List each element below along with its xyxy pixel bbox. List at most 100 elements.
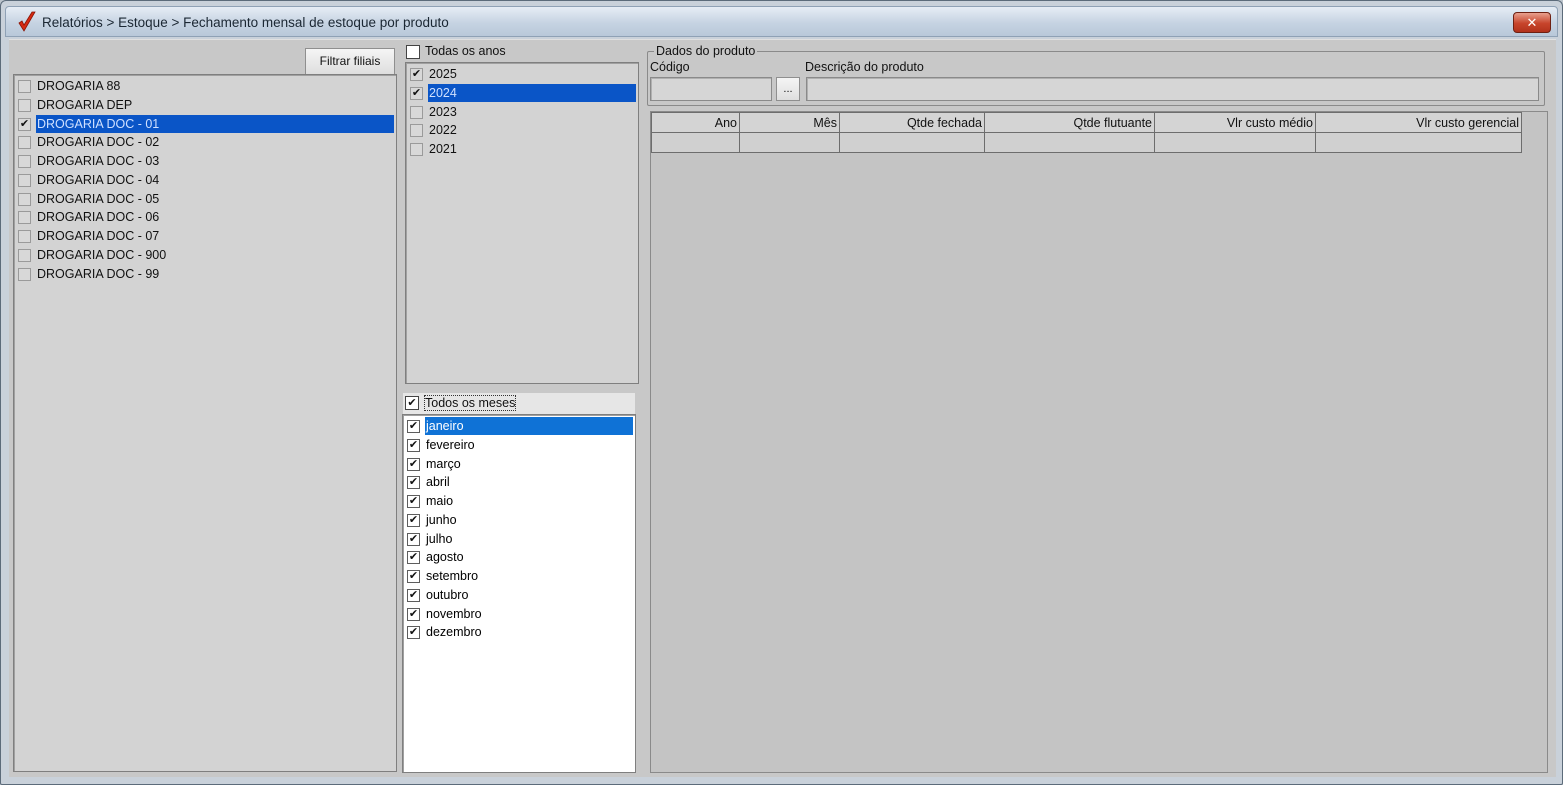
month-item-label: abril [426,475,450,490]
grid-column-header[interactable]: Vlr custo gerencial [1315,112,1522,133]
branch-item[interactable]: DROGARIA DOC - 02 [16,133,394,151]
branch-item-label: DROGARIA DOC - 02 [37,135,160,150]
branch-item[interactable]: DROGARIA DOC - 99 [16,265,394,283]
month-item-checkbox[interactable] [407,588,420,602]
all-months-box[interactable] [405,396,419,410]
branch-item-label: DROGARIA DOC - 05 [37,191,160,206]
grid-column-header[interactable]: Vlr custo médio [1154,112,1316,133]
product-group-title: Dados do produto [656,44,756,58]
branch-item-label: DROGARIA DEP [37,97,133,112]
grid-column-header[interactable]: Mês [739,112,840,133]
month-item-checkbox[interactable] [407,570,420,583]
code-field[interactable] [650,77,772,101]
year-item[interactable]: 2025 [408,65,636,83]
month-item[interactable]: setembro [405,567,633,585]
month-item-label: agosto [426,550,464,565]
month-item[interactable]: agosto [405,548,633,566]
month-item-checkbox[interactable] [407,420,420,433]
branch-item-checkbox[interactable] [18,230,31,243]
branch-item-checkbox[interactable] [18,173,31,187]
month-item-checkbox[interactable] [407,551,420,565]
branch-item[interactable]: DROGARIA DOC - 900 [16,246,394,264]
branch-item[interactable]: DROGARIA DOC - 05 [16,190,394,208]
month-item[interactable]: junho [405,511,633,529]
all-years-box[interactable] [406,45,420,59]
year-item-checkbox[interactable] [410,143,423,156]
all-months-checkbox[interactable]: Todos os meses [403,393,635,415]
year-item-label: 2022 [429,123,457,138]
month-item-checkbox[interactable] [407,607,420,621]
year-item-checkbox[interactable] [410,124,423,138]
grid-column-header[interactable]: Qtde flutuante [984,112,1155,133]
year-item[interactable]: 2023 [408,103,636,121]
year-item[interactable]: 2021 [408,140,636,158]
grid-cell[interactable] [839,132,985,153]
month-item-checkbox[interactable] [407,495,420,508]
month-item[interactable]: novembro [405,605,633,623]
month-item[interactable]: janeiro [405,417,633,435]
month-list[interactable]: janeiro fevereiro março abril maio junho julho… [402,414,636,773]
table-row[interactable] [651,132,1522,153]
branch-item[interactable]: DROGARIA DOC - 04 [16,171,394,189]
month-item-label: setembro [426,569,479,583]
month-item-checkbox[interactable] [407,438,420,452]
branch-item[interactable]: DROGARIA DOC - 06 [16,208,394,226]
product-lookup-button[interactable]: ... [776,77,800,101]
branch-item[interactable]: DROGARIA DOC - 01 [16,114,394,133]
close-icon: ✕ [1526,15,1538,30]
description-field[interactable] [806,77,1539,101]
filter-branches-button[interactable]: Filtrar filiais [305,48,395,75]
month-item-checkbox[interactable] [407,513,420,527]
month-item[interactable]: fevereiro [405,436,633,454]
branch-item[interactable]: DROGARIA DOC - 07 [16,227,394,245]
branch-item-checkbox[interactable] [18,192,31,206]
branch-item-checkbox[interactable] [18,155,31,168]
month-item-checkbox[interactable] [407,626,420,640]
grid-column-header[interactable]: Qtde fechada [839,112,985,133]
branch-item[interactable]: DROGARIA DEP [16,96,394,114]
branch-item-checkbox[interactable] [18,98,31,112]
branch-item-checkbox[interactable] [18,80,31,93]
year-item-checkbox[interactable] [410,68,423,81]
grid-cell[interactable] [984,132,1155,153]
branch-item-checkbox[interactable] [18,211,31,225]
year-item-checkbox[interactable] [410,105,423,119]
branch-item[interactable]: DROGARIA 88 [16,77,394,95]
all-years-label: Todas os anos [425,44,506,58]
branch-list[interactable]: DROGARIA 88 DROGARIA DEP DROGARIA DOC - 01… [13,74,397,772]
month-item[interactable]: dezembro [405,623,633,641]
year-item-checkbox[interactable] [410,86,423,100]
grid-column-header[interactable]: Ano [651,112,740,133]
month-item-checkbox[interactable] [407,457,420,471]
month-item[interactable]: abril [405,473,633,491]
year-list[interactable]: 2025 2024 2023 2022 2021 [405,62,639,384]
grid-header-row: Ano Mês Qtde fechada Qtde flutuante Vlr cust… [651,112,1522,133]
branch-item-checkbox[interactable] [18,136,31,150]
month-item[interactable]: julho [405,530,633,548]
branch-item-checkbox[interactable] [18,117,31,131]
grid-cell[interactable] [651,132,740,153]
grid-cell[interactable] [1315,132,1522,153]
month-item-checkbox[interactable] [407,476,420,490]
all-years-checkbox[interactable]: Todas os anos [406,44,606,62]
month-item[interactable]: março [405,455,633,473]
title-bar[interactable]: Relatórios > Estoque > Fechamento mensal… [5,6,1558,37]
lookup-ellipsis: ... [783,83,793,95]
branch-item-label: DROGARIA DOC - 99 [37,266,160,281]
branch-item-label: DROGARIA DOC - 07 [37,229,160,243]
month-item-checkbox[interactable] [407,532,420,546]
month-item[interactable]: maio [405,492,633,510]
grid-body [651,132,1522,153]
branch-item-checkbox[interactable] [18,248,31,262]
branch-item[interactable]: DROGARIA DOC - 03 [16,152,394,170]
year-item[interactable]: 2024 [408,83,636,102]
report-window: Relatórios > Estoque > Fechamento mensal… [0,0,1563,785]
grid-cell[interactable] [1154,132,1316,153]
close-button[interactable]: ✕ [1513,12,1551,33]
year-item-label: 2024 [428,83,636,102]
month-item[interactable]: outubro [405,586,633,604]
year-item[interactable]: 2022 [408,121,636,139]
results-grid[interactable]: Ano Mês Qtde fechada Qtde flutuante Vlr cust… [650,111,1548,773]
grid-cell[interactable] [739,132,840,153]
branch-item-checkbox[interactable] [18,267,31,281]
